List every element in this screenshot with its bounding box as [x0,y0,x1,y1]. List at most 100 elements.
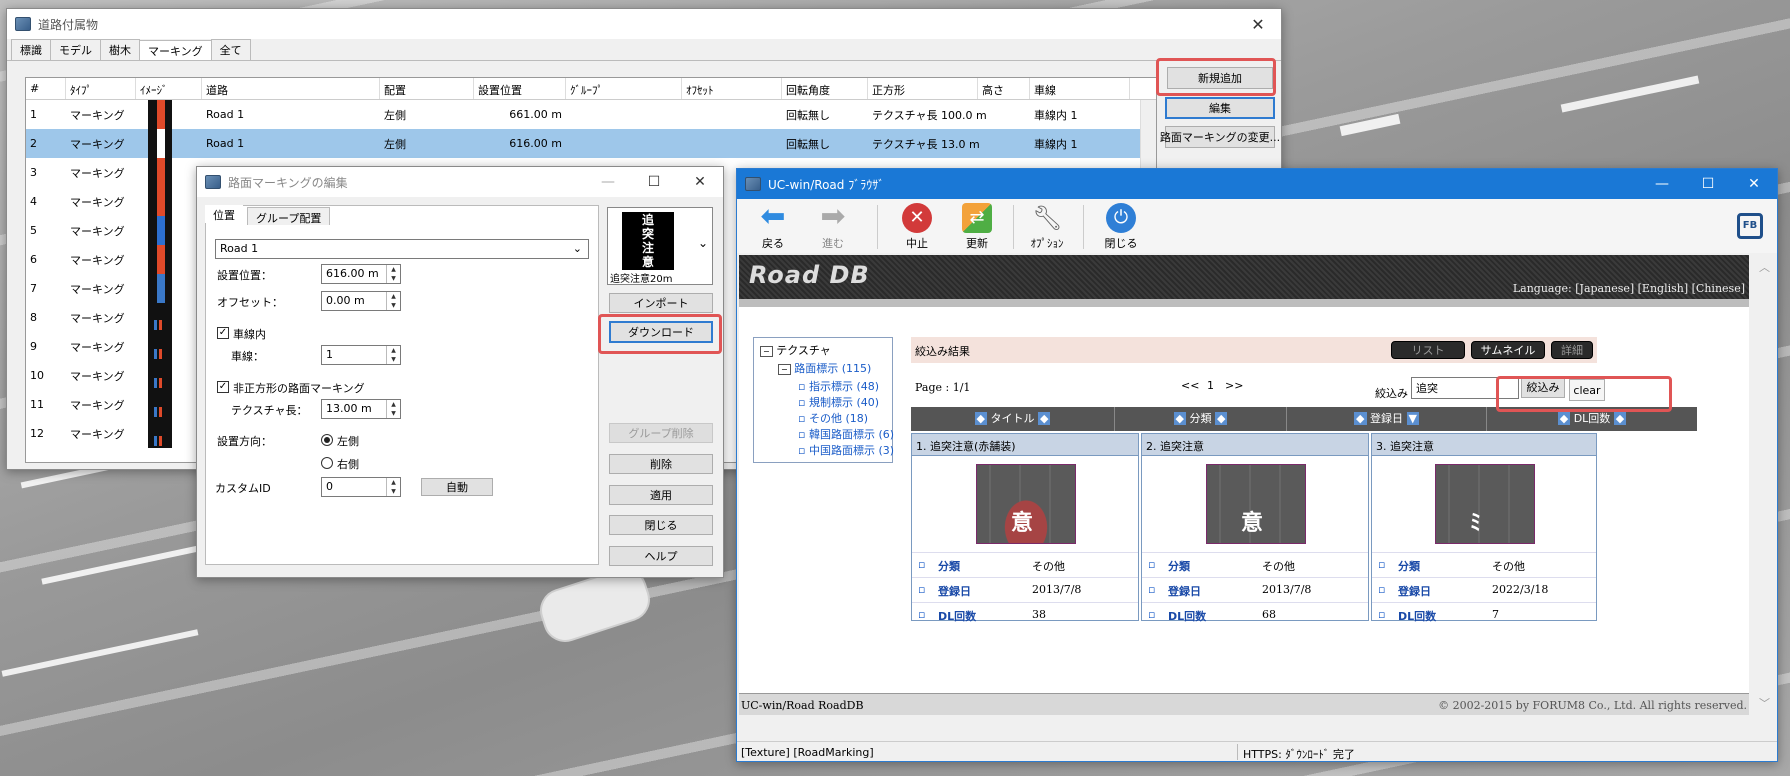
col-road[interactable]: 道路 [202,78,380,99]
forward-button[interactable]: ➡ 進む [803,202,863,251]
marking-stripe [157,245,165,274]
language-links[interactable]: Language: [Japanese] [English] [Chinese] [1513,282,1745,295]
thumbnail-view-button[interactable]: サムネイル [1471,341,1545,359]
options-button[interactable]: 🔧︎ ｵﾌﾟｼｮﾝ [1017,203,1077,251]
table-cell: 車線内 1 [1034,137,1078,151]
list-view-button[interactable]: リスト [1391,341,1465,359]
bullet-icon: ▫ [1378,583,1386,596]
col-offset[interactable]: ｵﾌｾｯﾄ [682,78,782,99]
tab-markings[interactable]: マーキング [139,40,212,60]
table-row[interactable]: 2 マーキング Road 1 左側 616.00 m 回転無し テクスチャ長 13.0 m 車… [26,129,1156,158]
dialog-close-icon[interactable]: ✕ [677,167,723,197]
sort-col-title-label: タイトル [990,412,1035,425]
apply-button[interactable]: 適用 [609,485,713,505]
custom-id-stepper[interactable]: 0 ▲ ▼ [321,477,401,497]
sort-col-date[interactable]: ◆ 登録日 ▼ [1287,407,1487,431]
pager-next[interactable]: >> [1225,379,1243,392]
table-cell: 9 [30,340,37,353]
tree-item-label: その他 (18) [808,412,869,425]
table-cell: Road 1 [206,108,245,121]
edit-button[interactable]: 編集 [1165,97,1275,119]
col-type[interactable]: ﾀｲﾌﾟ [66,78,136,99]
tree-item[interactable]: ▫ 中国路面標示 (3) [798,442,894,458]
card-title[interactable]: 3. 追突注意 [1372,434,1596,456]
footer-left: UC-win/Road RoadDB [741,699,864,712]
tab-signs[interactable]: 標識 [11,39,51,60]
card-info-value: 38 [1032,608,1046,621]
close-button[interactable]: 閉じる [609,515,713,535]
lane-stepper[interactable]: 1 ▲ ▼ [321,345,401,365]
browser-scrollbar[interactable]: ︿ ﹀ [1751,255,1777,715]
delete-button[interactable]: 削除 [609,454,713,474]
card-thumbnail[interactable]: 意 [976,464,1076,544]
tree-item[interactable]: ▫ その他 (18) [798,410,868,426]
auto-button[interactable]: 自動 [421,478,493,496]
tree-item[interactable]: ▫ 指示標示 (48) [798,378,879,394]
non-square-checkbox[interactable]: ✓ [217,381,229,393]
tree-item[interactable]: ▫ 規制標示 (40) [798,394,879,410]
card-title[interactable]: 2. 追突注意 [1142,434,1368,456]
left-radio[interactable] [321,434,333,446]
table-cell [136,361,202,390]
maximize-icon[interactable]: ☐ [631,167,677,197]
help-button[interactable]: ヘルプ [609,546,713,566]
tree-root[interactable]: − テクスチャ [760,342,831,358]
result-card[interactable]: 2. 追突注意意 ▫ 分類 その他 ▫ 登録日 2013/7/8 ▫ DL回数 68 [1141,433,1369,623]
refresh-button[interactable]: ⇄ 更新 [947,203,1007,251]
card-thumbnail[interactable]: 意 [1206,464,1306,544]
right-radio[interactable] [321,457,333,469]
marking-thumbnail [148,129,172,158]
thumbnail-marking: 意 [1241,511,1264,536]
marking-stripe [154,320,164,330]
col-position[interactable]: 設置位置 [474,78,566,99]
road-select[interactable]: Road 1 ⌄ [215,239,589,259]
minimize-icon[interactable]: — [585,167,631,197]
back-button[interactable]: ⬅ 戻る [743,202,803,251]
result-card[interactable]: 3. 追突注意 ﾐ ▫ 分類 その他 ▫ 登録日 2022/3/18 ▫ DL回数 7 [1371,433,1597,623]
sort-col-title[interactable]: ◆ タイトル ◆ [911,407,1115,431]
maximize-icon[interactable]: ☐ [1685,169,1731,199]
close-icon[interactable]: ✕ [1235,9,1281,39]
card-info-row: ▫ 分類 その他 [1372,552,1596,577]
tab-trees[interactable]: 樹木 [100,39,140,60]
sort-col-category[interactable]: ◆ 分類 ◆ [1115,407,1287,431]
result-card[interactable]: 1. 追突注意(赤舗装) 意 ▫ 分類 その他 ▫ 登録日 2013/7/8 ▫ DL回数 38 [911,433,1139,623]
chevron-down-icon: ⌄ [697,236,708,250]
tree-group[interactable]: − 路面標示 (115) [778,360,871,376]
preview-caption: 追突注意20m [610,274,673,285]
filter-label: 絞込み [1375,387,1408,400]
position-stepper[interactable]: 616.00 m ▲ ▼ [321,264,401,284]
tree-item[interactable]: ▫ 韓国路面標示 (6) [798,426,894,442]
stop-button[interactable]: ✕ 中止 [887,203,947,251]
col-group[interactable]: ｸﾞﾙｰﾌﾟ [566,78,682,99]
col-image[interactable]: ｲﾒｰｼﾞ [136,78,202,99]
card-info-value: 2013/7/8 [1032,583,1082,596]
close-icon[interactable]: ✕ [1731,169,1777,199]
scroll-up-icon[interactable]: ︿ [1759,259,1770,275]
pager-prev[interactable]: << [1181,379,1199,392]
results-title: 絞込み結果 [915,345,970,358]
table-row[interactable]: 1 マーキング Road 1 左側 661.00 m 回転無し テクスチャ長 100.0 m… [26,100,1156,129]
table-cell: マーキング [70,253,125,267]
change-marking-button[interactable]: 路面マーキングの変更... [1160,126,1280,148]
tree-group-label: 路面標示 (115) [794,362,872,375]
card-thumbnail[interactable]: ﾐ [1435,464,1535,544]
minimize-icon[interactable]: — [1639,169,1685,199]
tab-models[interactable]: モデル [50,39,101,60]
scroll-down-icon[interactable]: ﹀ [1759,695,1770,711]
in-lane-checkbox[interactable]: ✓ [217,327,229,339]
detail-view-button[interactable]: 詳細 [1551,341,1593,359]
pager-current[interactable]: 1 [1207,379,1214,392]
tab-group-placement[interactable]: グループ配置 [247,207,331,225]
offset-stepper[interactable]: 0.00 m ▲ ▼ [321,291,401,311]
tab-position[interactable]: 位置 [205,205,243,223]
browser-close-button[interactable]: ⏻ 閉じる [1091,203,1151,251]
marking-stripe [154,436,164,446]
texture-length-stepper[interactable]: 13.00 m ▲ ▼ [321,399,401,419]
tree-item-label: 指示標示 (48) [808,380,880,393]
marking-preview[interactable]: 追 突 注 意 ⌄ 追突注意20m [607,207,713,285]
sort-asc-icon: ◆ [1354,412,1367,425]
import-button[interactable]: インポート [609,293,713,313]
tab-all[interactable]: 全て [210,39,251,60]
card-title[interactable]: 1. 追突注意(赤舗装) [912,434,1138,456]
